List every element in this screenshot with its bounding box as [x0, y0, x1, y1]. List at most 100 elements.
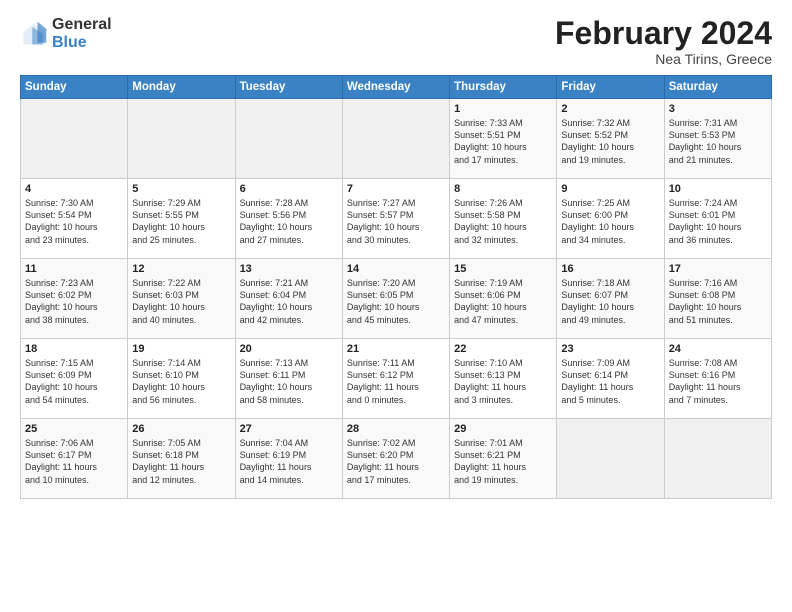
day-content: Sunrise: 7:16 AM Sunset: 6:08 PM Dayligh… [669, 277, 767, 326]
calendar-cell: 8 Sunrise: 7:26 AM Sunset: 5:58 PM Daylig… [450, 179, 557, 259]
calendar-cell: 13 Sunrise: 7:21 AM Sunset: 6:04 PM Dayli… [235, 259, 342, 339]
location: Nea Tirins, Greece [555, 51, 772, 67]
day-content: Sunrise: 7:02 AM Sunset: 6:20 PM Dayligh… [347, 437, 445, 486]
calendar-cell: 9 Sunrise: 7:25 AM Sunset: 6:00 PM Daylig… [557, 179, 664, 259]
calendar-cell: 11 Sunrise: 7:23 AM Sunset: 6:02 PM Dayli… [21, 259, 128, 339]
calendar-cell [21, 99, 128, 179]
day-number: 26 [132, 423, 230, 435]
day-content: Sunrise: 7:15 AM Sunset: 6:09 PM Dayligh… [25, 357, 123, 406]
day-content: Sunrise: 7:23 AM Sunset: 6:02 PM Dayligh… [25, 277, 123, 326]
day-number: 20 [240, 343, 338, 355]
day-number: 15 [454, 263, 552, 275]
day-content: Sunrise: 7:10 AM Sunset: 6:13 PM Dayligh… [454, 357, 552, 406]
calendar-cell: 20 Sunrise: 7:13 AM Sunset: 6:11 PM Dayli… [235, 339, 342, 419]
day-number: 19 [132, 343, 230, 355]
day-number: 11 [25, 263, 123, 275]
day-number: 16 [561, 263, 659, 275]
day-content: Sunrise: 7:27 AM Sunset: 5:57 PM Dayligh… [347, 197, 445, 246]
calendar-cell: 19Sunrise: 7:14 AM Sunset: 6:10 PM Dayli… [128, 339, 235, 419]
logo-blue: Blue [52, 34, 112, 52]
day-content: Sunrise: 7:30 AM Sunset: 5:54 PM Dayligh… [25, 197, 123, 246]
calendar-cell: 28 Sunrise: 7:02 AM Sunset: 6:20 PM Dayli… [342, 419, 449, 499]
logo-icon [20, 20, 48, 48]
day-number: 14 [347, 263, 445, 275]
day-number: 1 [454, 103, 552, 115]
day-content: Sunrise: 7:13 AM Sunset: 6:11 PM Dayligh… [240, 357, 338, 406]
calendar-row-1: 4Sunrise: 7:30 AM Sunset: 5:54 PM Daylig… [21, 179, 772, 259]
day-content: Sunrise: 7:29 AM Sunset: 5:55 PM Dayligh… [132, 197, 230, 246]
calendar-cell: 25 Sunrise: 7:06 AM Sunset: 6:17 PM Dayli… [21, 419, 128, 499]
day-number: 9 [561, 183, 659, 195]
day-content: Sunrise: 7:22 AM Sunset: 6:03 PM Dayligh… [132, 277, 230, 326]
calendar-cell [557, 419, 664, 499]
logo-general: General [52, 16, 112, 34]
day-content: Sunrise: 7:09 AM Sunset: 6:14 PM Dayligh… [561, 357, 659, 406]
col-friday: Friday [557, 76, 664, 99]
calendar-cell: 3 Sunrise: 7:31 AM Sunset: 5:53 PM Daylig… [664, 99, 771, 179]
day-content: Sunrise: 7:01 AM Sunset: 6:21 PM Dayligh… [454, 437, 552, 486]
day-number: 8 [454, 183, 552, 195]
calendar-cell: 12 Sunrise: 7:22 AM Sunset: 6:03 PM Dayli… [128, 259, 235, 339]
calendar-row-2: 11 Sunrise: 7:23 AM Sunset: 6:02 PM Dayli… [21, 259, 772, 339]
calendar-cell: 14 Sunrise: 7:20 AM Sunset: 6:05 PM Dayli… [342, 259, 449, 339]
day-number: 18 [25, 343, 123, 355]
day-content: Sunrise: 7:21 AM Sunset: 6:04 PM Dayligh… [240, 277, 338, 326]
day-content: Sunrise: 7:26 AM Sunset: 5:58 PM Dayligh… [454, 197, 552, 246]
header: General Blue February 2024 Nea Tirins, G… [20, 16, 772, 67]
calendar-cell [342, 99, 449, 179]
day-content: Sunrise: 7:25 AM Sunset: 6:00 PM Dayligh… [561, 197, 659, 246]
day-number: 23 [561, 343, 659, 355]
day-number: 21 [347, 343, 445, 355]
day-content: Sunrise: 7:19 AM Sunset: 6:06 PM Dayligh… [454, 277, 552, 326]
calendar-cell: 23 Sunrise: 7:09 AM Sunset: 6:14 PM Dayli… [557, 339, 664, 419]
day-number: 25 [25, 423, 123, 435]
day-number: 6 [240, 183, 338, 195]
calendar-table: Sunday Monday Tuesday Wednesday Thursday… [20, 75, 772, 499]
day-number: 17 [669, 263, 767, 275]
col-monday: Monday [128, 76, 235, 99]
day-content: Sunrise: 7:08 AM Sunset: 6:16 PM Dayligh… [669, 357, 767, 406]
col-sunday: Sunday [21, 76, 128, 99]
day-number: 5 [132, 183, 230, 195]
calendar-cell: 10 Sunrise: 7:24 AM Sunset: 6:01 PM Dayli… [664, 179, 771, 259]
day-content: Sunrise: 7:05 AM Sunset: 6:18 PM Dayligh… [132, 437, 230, 486]
calendar-cell: 18 Sunrise: 7:15 AM Sunset: 6:09 PM Dayli… [21, 339, 128, 419]
calendar-row-4: 25 Sunrise: 7:06 AM Sunset: 6:17 PM Dayli… [21, 419, 772, 499]
day-number: 13 [240, 263, 338, 275]
calendar-cell: 5 Sunrise: 7:29 AM Sunset: 5:55 PM Daylig… [128, 179, 235, 259]
calendar-cell [235, 99, 342, 179]
day-content: Sunrise: 7:32 AM Sunset: 5:52 PM Dayligh… [561, 117, 659, 166]
day-content: Sunrise: 7:20 AM Sunset: 6:05 PM Dayligh… [347, 277, 445, 326]
day-content: Sunrise: 7:24 AM Sunset: 6:01 PM Dayligh… [669, 197, 767, 246]
day-content: Sunrise: 7:33 AM Sunset: 5:51 PM Dayligh… [454, 117, 552, 166]
day-number: 22 [454, 343, 552, 355]
day-number: 7 [347, 183, 445, 195]
day-content: Sunrise: 7:18 AM Sunset: 6:07 PM Dayligh… [561, 277, 659, 326]
logo-text: General Blue [52, 16, 112, 51]
calendar-page: General Blue February 2024 Nea Tirins, G… [0, 0, 792, 612]
day-number: 28 [347, 423, 445, 435]
day-content: Sunrise: 7:11 AM Sunset: 6:12 PM Dayligh… [347, 357, 445, 406]
day-content: Sunrise: 7:06 AM Sunset: 6:17 PM Dayligh… [25, 437, 123, 486]
col-saturday: Saturday [664, 76, 771, 99]
calendar-row-0: 1 Sunrise: 7:33 AM Sunset: 5:51 PM Daylig… [21, 99, 772, 179]
day-content: Sunrise: 7:04 AM Sunset: 6:19 PM Dayligh… [240, 437, 338, 486]
calendar-cell [128, 99, 235, 179]
day-number: 10 [669, 183, 767, 195]
calendar-cell [664, 419, 771, 499]
calendar-row-3: 18 Sunrise: 7:15 AM Sunset: 6:09 PM Dayli… [21, 339, 772, 419]
calendar-cell: 27 Sunrise: 7:04 AM Sunset: 6:19 PM Dayli… [235, 419, 342, 499]
day-number: 24 [669, 343, 767, 355]
calendar-cell: 6 Sunrise: 7:28 AM Sunset: 5:56 PM Daylig… [235, 179, 342, 259]
day-number: 2 [561, 103, 659, 115]
day-content: Sunrise: 7:31 AM Sunset: 5:53 PM Dayligh… [669, 117, 767, 166]
header-row: Sunday Monday Tuesday Wednesday Thursday… [21, 76, 772, 99]
day-number: 29 [454, 423, 552, 435]
day-number: 27 [240, 423, 338, 435]
calendar-cell: 1 Sunrise: 7:33 AM Sunset: 5:51 PM Daylig… [450, 99, 557, 179]
day-number: 12 [132, 263, 230, 275]
calendar-cell: 21 Sunrise: 7:11 AM Sunset: 6:12 PM Dayli… [342, 339, 449, 419]
day-content: Sunrise: 7:28 AM Sunset: 5:56 PM Dayligh… [240, 197, 338, 246]
day-number: 3 [669, 103, 767, 115]
calendar-cell: 22 Sunrise: 7:10 AM Sunset: 6:13 PM Dayli… [450, 339, 557, 419]
